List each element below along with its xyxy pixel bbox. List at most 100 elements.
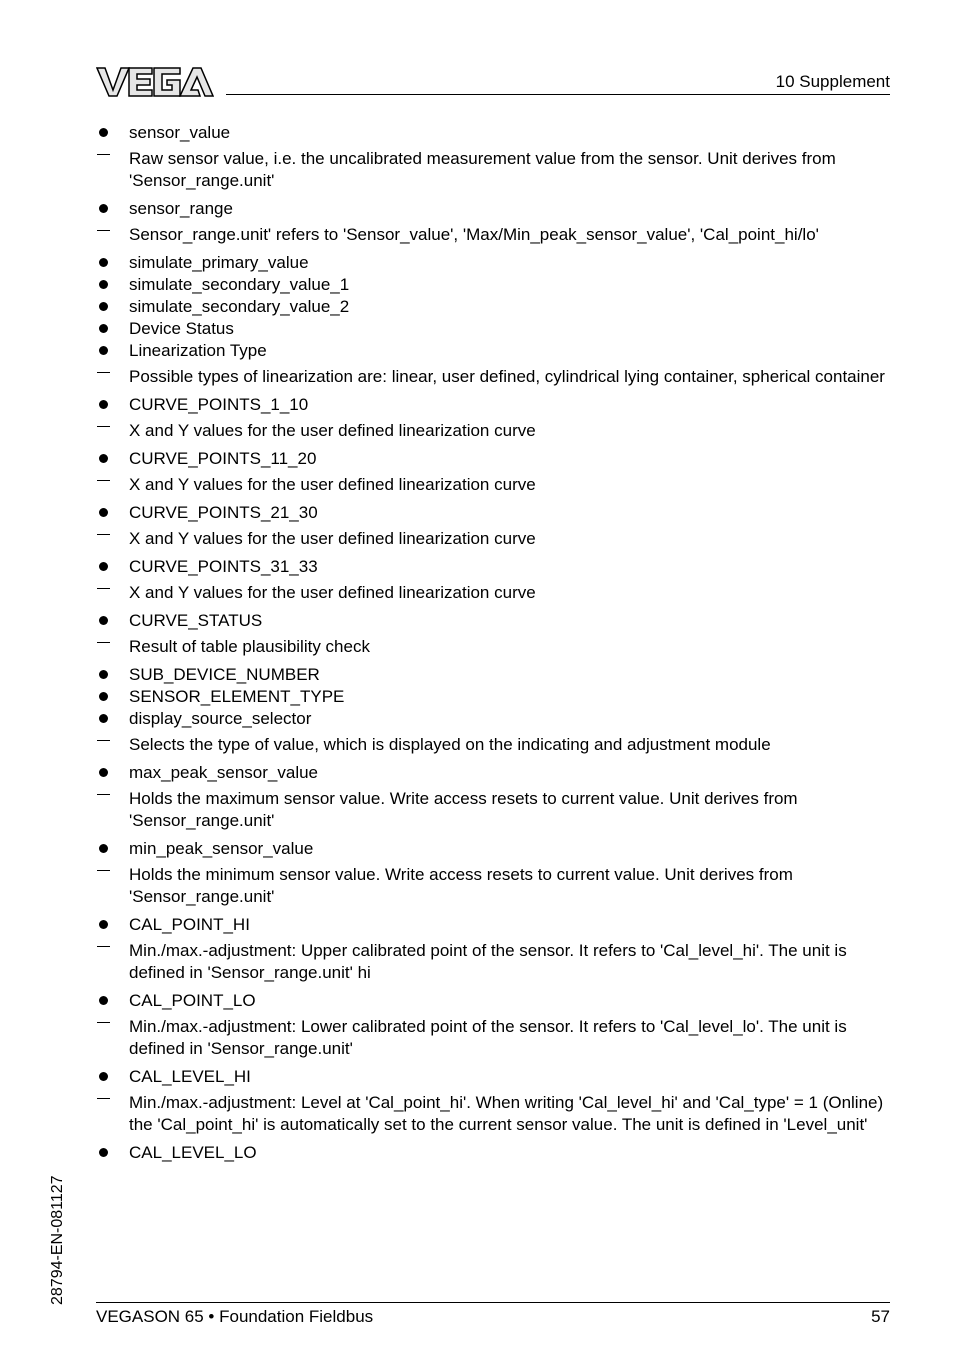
item-text: Linearization Type [129,341,267,360]
footer-rule [96,1302,890,1303]
parameter-group: CAL_LEVEL_LO [96,1142,890,1164]
item-text: X and Y values for the user defined line… [129,421,536,440]
dash-icon [96,474,110,496]
item-text: SUB_DEVICE_NUMBER [129,665,320,684]
item-text: simulate_primary_value [129,253,309,272]
bullet-icon [96,198,110,220]
item-text: X and Y values for the user defined line… [129,475,536,494]
bullet-icon [96,610,110,632]
parameter-description: Holds the maximum sensor value. Write ac… [96,788,890,832]
item-text: simulate_secondary_value_2 [129,297,350,316]
bullet-icon [96,914,110,936]
bullet-icon [96,838,110,860]
dash-icon [96,420,110,442]
vega-logo-icon [95,67,215,97]
parameter-name: CAL_POINT_HI [96,914,890,936]
parameter-name: CURVE_STATUS [96,610,890,632]
parameter-name: simulate_secondary_value_1 [96,274,890,296]
parameter-name: Device Status [96,318,890,340]
parameter-name: max_peak_sensor_value [96,762,890,784]
bullet-icon [96,686,110,708]
item-text: Sensor_range.unit' refers to 'Sensor_val… [129,225,819,244]
item-text: CURVE_POINTS_11_20 [129,449,317,468]
bullet-icon [96,252,110,274]
document-code: 28794-EN-081127 [49,1175,66,1305]
item-text: simulate_secondary_value_1 [129,275,350,294]
item-text: SENSOR_ELEMENT_TYPE [129,687,345,706]
parameter-description: X and Y values for the user defined line… [96,420,890,442]
parameter-name: simulate_primary_value [96,252,890,274]
dash-icon [96,1092,110,1114]
item-text: Min./max.-adjustment: Upper calibrated p… [129,941,847,982]
parameter-description: Selects the type of value, which is disp… [96,734,890,756]
item-text: Min./max.-adjustment: Lower calibrated p… [129,1017,847,1058]
parameter-description: X and Y values for the user defined line… [96,474,890,496]
item-text: display_source_selector [129,709,312,728]
dash-icon [96,788,110,810]
bullet-icon [96,502,110,524]
parameter-group: CURVE_POINTS_1_10 X and Y values for the … [96,394,890,442]
bullet-icon [96,122,110,144]
parameter-list: sensor_value Raw sensor value, i.e. the u… [96,122,890,1170]
parameter-group: CAL_LEVEL_HI Min./max.-adjustment: Level … [96,1066,890,1136]
parameter-name: SENSOR_ELEMENT_TYPE [96,686,890,708]
parameter-group: CAL_POINT_LO Min./max.-adjustment: Lower … [96,990,890,1060]
dash-icon [96,582,110,604]
parameter-description: X and Y values for the user defined line… [96,582,890,604]
dash-icon [96,940,110,962]
bullet-icon [96,762,110,784]
parameter-name: CAL_LEVEL_LO [96,1142,890,1164]
item-text: CURVE_POINTS_31_33 [129,557,318,576]
parameter-group: CURVE_STATUS Result of table plausibility… [96,610,890,658]
item-text: CURVE_POINTS_1_10 [129,395,309,414]
dash-icon [96,528,110,550]
item-text: CAL_POINT_HI [129,915,250,934]
section-heading: 10 Supplement [775,72,890,91]
parameter-name: CURVE_POINTS_11_20 [96,448,890,470]
dash-icon [96,148,110,170]
parameter-group: CURVE_POINTS_21_30 X and Y values for the… [96,502,890,550]
dash-icon [96,1016,110,1038]
parameter-group: simulate_primary_value simulate_secondary… [96,252,890,388]
parameter-name: CURVE_POINTS_1_10 [96,394,890,416]
dash-icon [96,636,110,658]
parameter-description: Possible types of linearization are: lin… [96,366,890,388]
item-text: Result of table plausibility check [129,637,370,656]
parameter-name: min_peak_sensor_value [96,838,890,860]
item-text: CURVE_STATUS [129,611,263,630]
item-text: CAL_LEVEL_HI [129,1067,251,1086]
item-text: X and Y values for the user defined line… [129,583,536,602]
parameter-description: Min./max.-adjustment: Lower calibrated p… [96,1016,890,1060]
page-number: 57 [871,1307,890,1326]
parameter-description: Result of table plausibility check [96,636,890,658]
parameter-group: CURVE_POINTS_11_20 X and Y values for the… [96,448,890,496]
bullet-icon [96,318,110,340]
bullet-icon [96,1142,110,1164]
bullet-icon [96,296,110,318]
parameter-name: CAL_LEVEL_HI [96,1066,890,1088]
item-text: sensor_range [129,199,233,218]
item-text: Selects the type of value, which is disp… [129,735,771,754]
parameter-group: sensor_value Raw sensor value, i.e. the u… [96,122,890,192]
item-text: CURVE_POINTS_21_30 [129,503,318,522]
parameter-name: CAL_POINT_LO [96,990,890,1012]
bullet-icon [96,394,110,416]
bullet-icon [96,556,110,578]
item-text: Min./max.-adjustment: Level at 'Cal_poin… [129,1093,884,1134]
bullet-icon [96,990,110,1012]
item-text: CAL_POINT_LO [129,991,256,1010]
parameter-description: Holds the minimum sensor value. Write ac… [96,864,890,908]
parameter-group: sensor_range Sensor_range.unit' refers to… [96,198,890,246]
vega-logo [95,66,215,98]
parameter-group: max_peak_sensor_value Holds the maximum s… [96,762,890,832]
parameter-group: CURVE_POINTS_31_33 X and Y values for the… [96,556,890,604]
parameter-name: SUB_DEVICE_NUMBER [96,664,890,686]
parameter-group: CAL_POINT_HI Min./max.-adjustment: Upper … [96,914,890,984]
parameter-name: simulate_secondary_value_2 [96,296,890,318]
parameter-name: CURVE_POINTS_21_30 [96,502,890,524]
parameter-name: CURVE_POINTS_31_33 [96,556,890,578]
item-text: X and Y values for the user defined line… [129,529,536,548]
parameter-group: SUB_DEVICE_NUMBER SENSOR_ELEMENT_TYPEdisp… [96,664,890,756]
bullet-icon [96,1066,110,1088]
item-text: min_peak_sensor_value [129,839,314,858]
